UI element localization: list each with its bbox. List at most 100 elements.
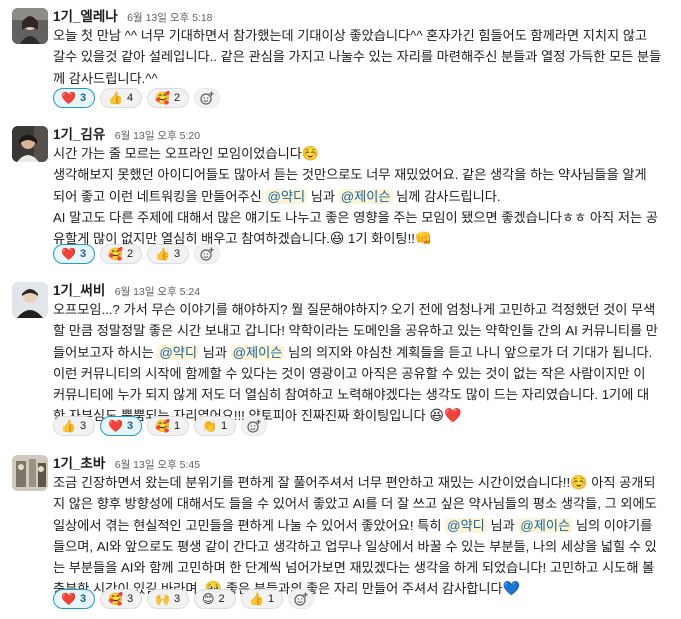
heart-icon: ❤️ [61,247,76,261]
reactions-bar: ❤️ 3 👍 4 🥰 2 [53,88,220,110]
avatar-photo-icon [12,8,48,44]
mention-jason[interactable]: @제이슨 [338,188,393,204]
mention-yakdi[interactable]: @약디 [445,517,487,533]
message-header: 1기_엘레나 6월 13일 오후 5:18 [53,5,213,25]
avatar[interactable] [12,282,48,318]
message-line: 는 부분들을 AI와 함께 고민하며 한 단계씩 넘어가보면 재밌겠다는 생각을… [53,560,655,576]
avatar[interactable] [12,126,48,162]
message-text: 님의 이야기를 [572,517,653,533]
add-reaction-button[interactable] [288,589,314,609]
clapping-hands-icon: 👏 [202,419,217,433]
reaction-smile[interactable]: 😊 2 [194,589,236,609]
message-body: 시간 가는 줄 모르는 오프라인 모임이었습니다☺️ 생각해보지 못했던 아이디… [53,143,675,249]
timestamp[interactable]: 6월 13일 오후 5:18 [127,12,212,24]
message-line: 오프모임...? 가서 무슨 이야기를 해야하지? 뭘 질문해야하지? 오기 전… [53,302,656,317]
message-text: 님과 [307,188,339,204]
smiling-face-icon: 😊 [202,592,215,606]
message-text: 되어 좋고 이런 네트워킹을 만들어주신 [53,188,266,204]
message-text: 님의 의지와 야심찬 계획들을 듣고 나니 앞으로가 더 기대가 됩니다. [284,344,653,360]
timestamp[interactable]: 6월 13일 오후 5:20 [115,130,200,142]
reaction-heart[interactable]: ❤️ 3 [53,244,95,264]
reaction-count: 2 [218,593,225,605]
smiling-face-hearts-icon: 🥰 [108,247,123,261]
reaction-count: 2 [173,92,181,104]
message-text: 들어보고자 하시는 [53,344,158,360]
avatar[interactable] [12,455,48,491]
mention-jason[interactable]: @제이슨 [230,344,285,360]
message-text: 님과 [199,344,231,360]
message-line: 할 만큼 정말정말 좋은 시간 보내고 갑니다! 약학이라는 도메인을 공유하고… [53,323,658,339]
message-header: 1기_초바 6월 13일 오후 5:45 [53,452,200,472]
reaction-smiling-hearts[interactable]: 🥰 1 [147,416,189,436]
reaction-smiling-hearts[interactable]: 🥰 2 [100,244,142,264]
timestamp[interactable]: 6월 13일 오후 5:24 [115,286,200,298]
reaction-count: 1 [220,420,228,432]
heart-icon: ❤️ [61,592,76,606]
reaction-heart[interactable]: ❤️ 3 [100,416,142,436]
message-line: 생각해보지 못했던 아이디어들도 많아서 듣는 것만으로도 너무 재밌었어요. … [53,167,647,183]
message-line: 되어 좋고 이런 네트워킹을 만들어주신 @약디 님과 @제이슨 님께 감사드립… [53,186,675,207]
reaction-heart[interactable]: ❤️ 3 [53,589,95,609]
reaction-smiling-hearts[interactable]: 🥰 2 [147,88,189,108]
add-reaction-button[interactable] [194,244,220,264]
blue-heart-icon: 💙 [502,580,521,597]
smiling-face-icon: ☺️ [570,474,588,490]
message-line: 오늘 첫 만남 ^^ 너무 기대하면서 참가했는데 기대이상 좋았습니다^^ 혼… [53,28,648,43]
reactions-bar: ❤️ 3 🥰 3 🙌 3 😊 2 👍 1 [53,589,314,611]
reaction-thumbsup[interactable]: 👍 1 [241,589,283,609]
reaction-thumbsup[interactable]: 👍 4 [100,88,142,108]
mention-yakdi[interactable]: @약디 [157,344,200,360]
reaction-raised-hands[interactable]: 🙌 3 [147,589,189,609]
reactions-bar: 👍 3 ❤️ 3 🥰 1 👏 1 [53,416,267,438]
message-line: 이런 커뮤니티의 시작에 함께할 수 있다는 것이 영광이고 아직은 공유할 수… [53,365,646,381]
message-line: 커뮤니티에 누가 되지 않게 저도 더 열심히 참여하고 노력해야겠다는 생각도… [53,387,650,403]
timestamp[interactable]: 6월 13일 오후 5:45 [115,459,200,471]
reaction-count: 1 [267,593,275,605]
reaction-heart[interactable]: ❤️ 3 [53,88,95,108]
smiling-face-hearts-icon: 🥰 [155,419,170,433]
add-reaction-button[interactable] [241,416,267,436]
avatar[interactable] [12,8,48,44]
smiling-face-icon: ☺️ [301,145,320,161]
reaction-thumbsup[interactable]: 👍 3 [53,416,95,436]
mention-yakdi[interactable]: @약디 [265,188,308,204]
message-line: AI 말고도 다른 주제에 대해서 많은 얘기도 나누고 좋은 영향을 주는 모… [53,209,658,225]
message-body: 오프모임...? 가서 무슨 이야기를 해야하지? 뭘 질문해야하지? 오기 전… [53,299,675,427]
message-line: 들으며, AI와 앞으로도 평생 같이 간다고 생각하고 업무나 일상에서 바꿀… [53,538,657,554]
message-text: 님께 감사드립니다. [392,188,501,204]
add-reaction-button[interactable] [194,88,220,108]
reaction-count: 4 [126,92,134,104]
thumbs-up-icon: 👍 [155,247,170,261]
message-body: 오늘 첫 만남 ^^ 너무 기대하면서 참가했는데 기대이상 좋았습니다^^ 혼… [53,25,675,89]
mention-jason[interactable]: @제이슨 [518,517,573,533]
message-text: 조금 긴장하면서 왔는데 분위기를 편하게 잘 풀어주셔서 너무 편안하고 재밌… [53,475,571,490]
message-text: 아직 공개되 [587,475,656,490]
thumbs-up-icon: 👍 [108,91,123,105]
author-name[interactable]: 1기_써비 [53,283,105,298]
add-reaction-icon [247,419,261,433]
reaction-thumbsup[interactable]: 👍 3 [147,244,189,264]
message-line: 시간 가는 줄 모르는 오프라인 모임이었습니다☺️ [53,143,675,164]
reaction-count: 3 [126,593,134,605]
reaction-clap[interactable]: 👏 1 [194,416,236,436]
raised-hands-icon: 🙌 [155,592,170,606]
author-name[interactable]: 1기_엘레나 [53,9,118,24]
author-name[interactable]: 1기_김유 [53,127,105,142]
message-line: 들어보고자 하시는 @약디 님과 @제이슨 님의 의지와 야심찬 계획들을 듣고… [53,342,675,363]
reaction-count: 3 [126,420,134,432]
add-reaction-icon [200,91,214,105]
thumbs-up-icon: 👍 [61,419,76,433]
reaction-count: 3 [79,92,87,104]
add-reaction-icon [294,592,308,606]
smiling-face-hearts-icon: 🥰 [108,592,123,606]
avatar-photo-icon [12,455,48,491]
laughing-face-icon: 😆 [329,230,345,247]
smiling-face-hearts-icon: 🥰 [155,91,170,105]
message-line: 갈수 있을것 같아 설레입니다.. 같은 관심을 가지고 나눌수 있는 자리를 … [53,49,662,65]
message-header: 1기_김유 6월 13일 오후 5:20 [53,123,200,143]
message-header: 1기_써비 6월 13일 오후 5:24 [53,279,200,299]
message-line: 조금 긴장하면서 왔는데 분위기를 편하게 잘 풀어주셔서 너무 편안하고 재밌… [53,472,675,493]
reaction-smiling-hearts[interactable]: 🥰 3 [100,589,142,609]
author-name[interactable]: 1기_초바 [53,456,105,471]
reaction-count: 1 [173,420,181,432]
